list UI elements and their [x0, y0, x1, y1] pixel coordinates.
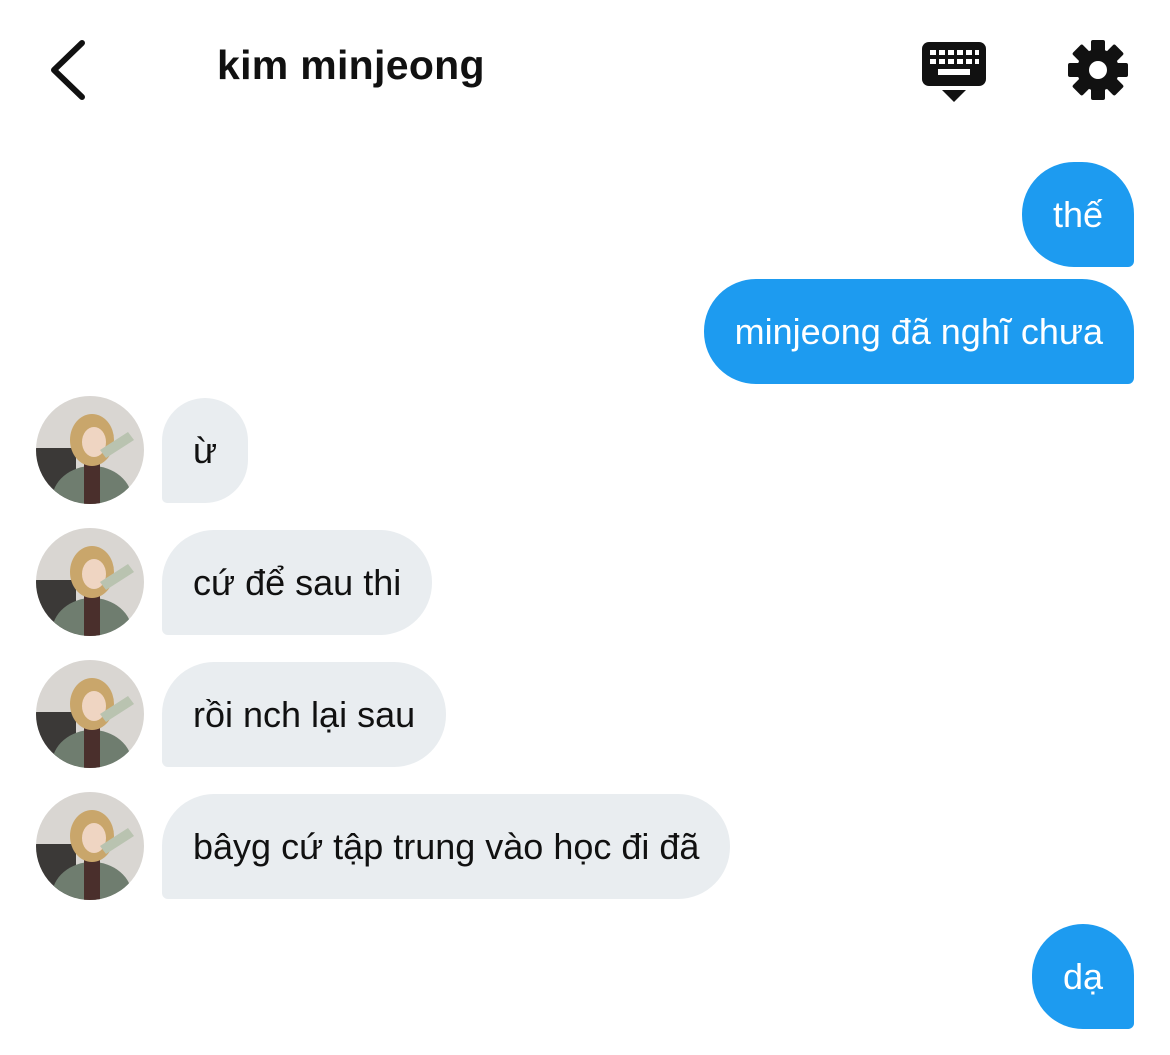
keyboard-toggle-button[interactable] [918, 36, 990, 106]
avatar-photo [36, 792, 144, 900]
avatar-photo [36, 396, 144, 504]
message-bubble-outgoing[interactable]: minjeong đã nghĩ chưa [703, 279, 1134, 384]
message-bubble-incoming[interactable]: rồi nch lại sau [162, 662, 447, 767]
message-text: cứ để sau thi [193, 561, 402, 603]
settings-button[interactable] [1066, 38, 1130, 102]
message-bubble-outgoing[interactable]: thế [1021, 162, 1134, 267]
back-button[interactable] [40, 36, 96, 104]
message-text: ừ [193, 429, 218, 471]
message-bubble-incoming[interactable]: bâyg cứ tập trung vào học đi đã [162, 794, 731, 899]
message-text: bâyg cứ tập trung vào học đi đã [193, 825, 700, 867]
conversation-title[interactable]: kim minjeong [217, 42, 485, 89]
message-text: minjeong đã nghĩ chưa [734, 310, 1103, 352]
avatar[interactable] [36, 528, 144, 636]
message-text: rồi nch lại sau [193, 693, 416, 735]
message-bubble-outgoing[interactable]: dạ [1031, 924, 1134, 1029]
keyboard-icon [922, 42, 986, 102]
message-text: dạ [1062, 955, 1103, 997]
avatar[interactable] [36, 396, 144, 504]
chevron-left-icon [51, 40, 85, 100]
message-text: thế [1052, 193, 1103, 235]
avatar-photo [36, 660, 144, 768]
chat-screen: kim minjeong thế minjeong đã nghĩ chưa ừ… [0, 0, 1170, 1055]
avatar-photo [36, 528, 144, 636]
avatar[interactable] [36, 660, 144, 768]
avatar[interactable] [36, 792, 144, 900]
message-bubble-incoming[interactable]: cứ để sau thi [162, 530, 433, 635]
gear-icon [1068, 40, 1128, 100]
message-bubble-incoming[interactable]: ừ [162, 398, 249, 503]
